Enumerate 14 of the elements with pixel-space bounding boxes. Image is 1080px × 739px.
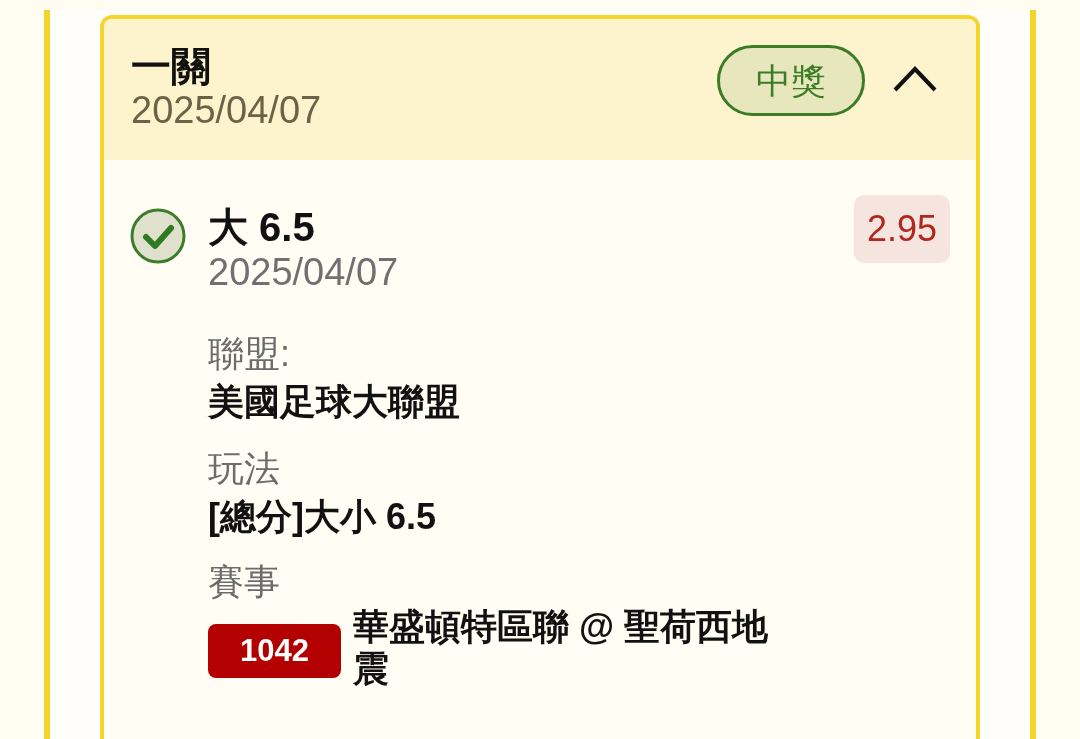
selection-title: 大 6.5	[208, 204, 316, 250]
bet-type-title: 一關	[131, 43, 212, 90]
bet-date: 2025/04/07	[131, 90, 322, 130]
field-label: 玩法	[208, 447, 281, 491]
status-badge: 中獎	[717, 45, 865, 116]
odds-badge: 2.95	[853, 195, 950, 263]
chevron-up-icon[interactable]	[893, 66, 937, 92]
field-label: 賽事	[208, 560, 281, 604]
field-value: [總分]大小 6.5	[208, 495, 438, 539]
selection-date: 2025/04/07	[208, 250, 399, 294]
event-number-badge: 1042	[208, 624, 341, 678]
field-value: 美國足球大聯盟	[208, 380, 461, 424]
field-label: 聯盟:	[208, 332, 291, 376]
event-name: 華盛頓特區聯 @ 聖荷西地震	[352, 606, 770, 690]
